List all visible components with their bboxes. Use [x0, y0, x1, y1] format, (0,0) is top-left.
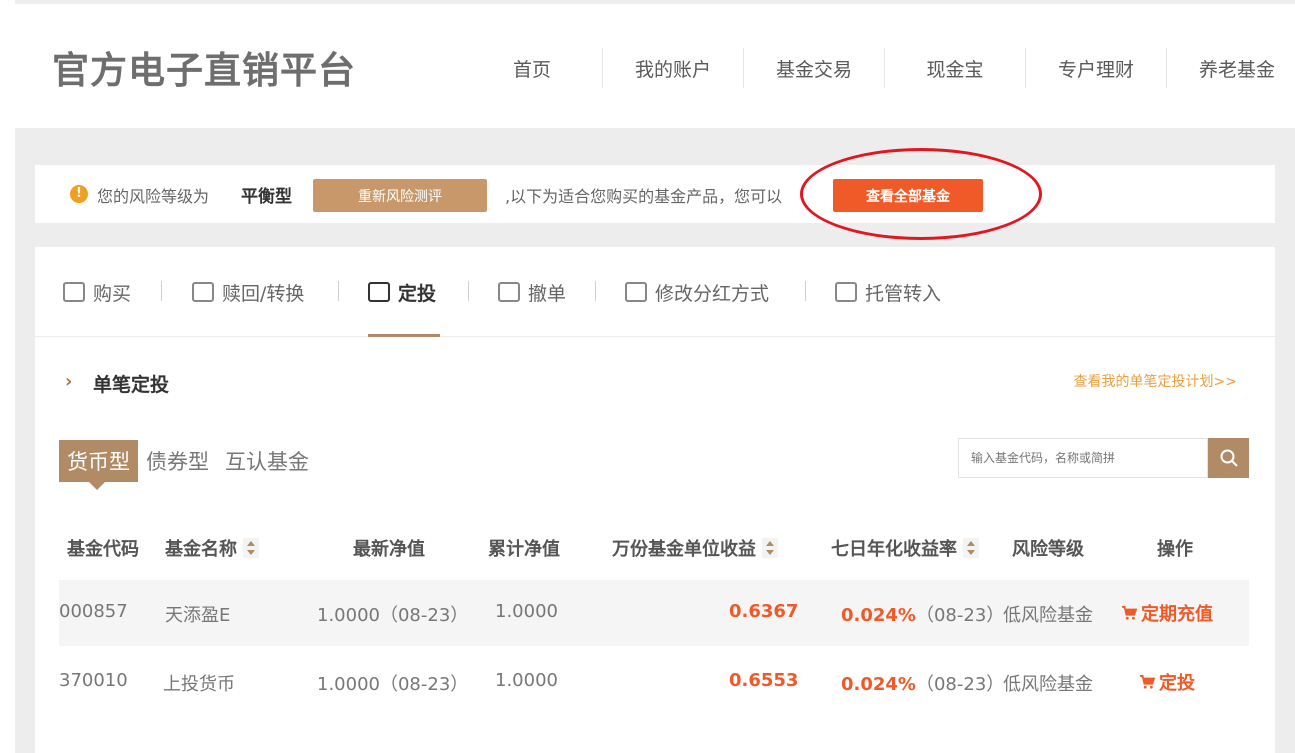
- site-logo: 官方电子直销平台: [52, 49, 356, 92]
- col-risk-level: 风险等级: [1012, 539, 1084, 560]
- table-header: 基金代码 基金名称 最新净值 累计净值 万份基金单位收益 七日年化收益率 风险等…: [35, 527, 1275, 563]
- re-evaluate-risk-button[interactable]: 重新风险测评: [313, 179, 487, 212]
- latest-nav: 1.0000（08-23）: [317, 605, 469, 626]
- view-all-funds-button[interactable]: 查看全部基金: [833, 179, 983, 212]
- fixed-invest-action[interactable]: 定投: [1139, 669, 1195, 695]
- fund-name: 上投货币: [163, 674, 235, 695]
- fund-code: 370010: [59, 670, 128, 691]
- edit-dividend-icon: [625, 282, 647, 302]
- sort-icon[interactable]: [243, 538, 259, 558]
- risk-level-label: 您的风险等级为: [97, 187, 210, 206]
- redeem-icon: [192, 282, 214, 302]
- cart-icon: [1122, 606, 1137, 620]
- custody-transfer-icon: [835, 282, 857, 302]
- accumulated-nav: 1.0000: [495, 601, 558, 622]
- fund-name: 天添盈E: [165, 605, 231, 626]
- tab-edit-dividend[interactable]: 修改分红方式: [625, 279, 769, 305]
- nav-pension-fund[interactable]: 养老基金: [1167, 48, 1295, 88]
- nav-home[interactable]: 首页: [462, 48, 603, 88]
- scheduled-recharge-action[interactable]: 定期充值: [1121, 600, 1213, 626]
- section-title: 单笔定投: [93, 374, 170, 396]
- tab-fixed-invest-label: 定投: [398, 282, 437, 305]
- risk-level: 低风险基金: [1003, 605, 1093, 626]
- risk-suitability-text: ,以下为适合您购买的基金产品，您可以: [505, 187, 783, 206]
- chevron-right-icon: ›: [65, 371, 73, 392]
- col-unit-income[interactable]: 万份基金单位收益: [612, 535, 778, 561]
- tab-divider: [805, 281, 806, 301]
- tab-purchase-label: 购买: [93, 282, 132, 305]
- info-icon: !: [70, 185, 88, 203]
- view-plan-link[interactable]: 查看我的单笔定投计划>>: [1074, 371, 1237, 391]
- fund-tab-mutual-recognition[interactable]: 互认基金: [217, 440, 317, 482]
- fund-code: 000857: [59, 601, 128, 622]
- fixed-invest-icon: [368, 282, 390, 302]
- table-row: 370010 上投货币 1.0000（08-23） 1.0000 0.6553 …: [59, 649, 1249, 715]
- tab-divider: [338, 281, 339, 301]
- risk-level-bar: ! 您的风险等级为 平衡型 重新风险测评 ,以下为适合您购买的基金产品，您可以 …: [35, 148, 1275, 240]
- tab-cancel-order-label: 撤单: [528, 282, 567, 305]
- nav-my-account[interactable]: 我的账户: [603, 48, 744, 88]
- sort-icon[interactable]: [762, 538, 778, 558]
- active-tab-indicator: [368, 334, 440, 337]
- nav-fund-trade[interactable]: 基金交易: [744, 48, 885, 88]
- purchase-icon: [63, 282, 85, 302]
- col-fund-code: 基金代码: [67, 539, 139, 560]
- search-button[interactable]: [1208, 438, 1249, 478]
- col-accumulated-nav: 累计净值: [488, 539, 560, 560]
- accumulated-nav: 1.0000: [495, 670, 558, 691]
- tab-redeem-convert[interactable]: 赎回/转换: [192, 279, 304, 305]
- latest-nav: 1.0000（08-23）: [317, 674, 469, 695]
- fund-search-input[interactable]: [959, 439, 1207, 477]
- seven-day-yield: 0.024%（08-23）: [841, 674, 1005, 695]
- fund-tab-money[interactable]: 货币型: [59, 440, 138, 490]
- cancel-order-icon: [498, 282, 520, 302]
- col-action: 操作: [1157, 539, 1193, 560]
- col-latest-nav: 最新净值: [353, 539, 425, 560]
- tab-custody-transfer-label: 托管转入: [865, 282, 942, 305]
- fund-type-tabs: 货币型 债券型 互认基金: [59, 440, 317, 490]
- tab-purchase[interactable]: 购买: [63, 279, 131, 305]
- sort-icon[interactable]: [963, 538, 979, 558]
- tab-redeem-convert-label: 赎回/转换: [222, 282, 305, 305]
- tab-edit-dividend-label: 修改分红方式: [655, 282, 770, 305]
- search-icon: [1220, 449, 1238, 467]
- tab-divider: [161, 281, 162, 301]
- table-row: 000857 天添盈E 1.0000（08-23） 1.0000 0.6367 …: [59, 580, 1249, 646]
- fund-search-box: [958, 438, 1208, 478]
- cart-icon: [1140, 675, 1155, 689]
- tab-cancel-order[interactable]: 撤单: [498, 279, 566, 305]
- col-fund-name[interactable]: 基金名称: [165, 535, 259, 561]
- nav-private-wealth[interactable]: 专户理财: [1026, 48, 1167, 88]
- tab-fixed-invest[interactable]: 定投: [368, 279, 436, 305]
- main-nav: 首页 我的账户 基金交易 现金宝 专户理财 养老基金: [462, 48, 1295, 88]
- fund-tab-bond[interactable]: 债券型: [138, 440, 217, 482]
- trade-panel: 购买 赎回/转换 定投 撤单 修改分红方式 托管转入 › 单笔定投 查看我的单笔: [35, 247, 1275, 753]
- nav-cash-treasure[interactable]: 现金宝: [885, 48, 1026, 88]
- tab-divider: [468, 281, 469, 301]
- site-header: 官方电子直销平台 首页 我的账户 基金交易 现金宝 专户理财 养老基金: [0, 4, 1295, 128]
- risk-level-value: 平衡型: [241, 187, 292, 207]
- action-label[interactable]: 定投: [1159, 669, 1195, 695]
- trade-tabs: 购买 赎回/转换 定投 撤单 修改分红方式 托管转入: [35, 247, 1275, 337]
- action-label[interactable]: 定期充值: [1141, 600, 1213, 626]
- tab-divider: [595, 281, 596, 301]
- unit-income: 0.6553: [729, 670, 799, 691]
- seven-day-yield: 0.024%（08-23）: [841, 605, 1005, 626]
- col-seven-day-yield[interactable]: 七日年化收益率: [831, 535, 979, 561]
- risk-level: 低风险基金: [1003, 674, 1093, 695]
- unit-income: 0.6367: [729, 601, 799, 622]
- tab-custody-transfer[interactable]: 托管转入: [835, 279, 941, 305]
